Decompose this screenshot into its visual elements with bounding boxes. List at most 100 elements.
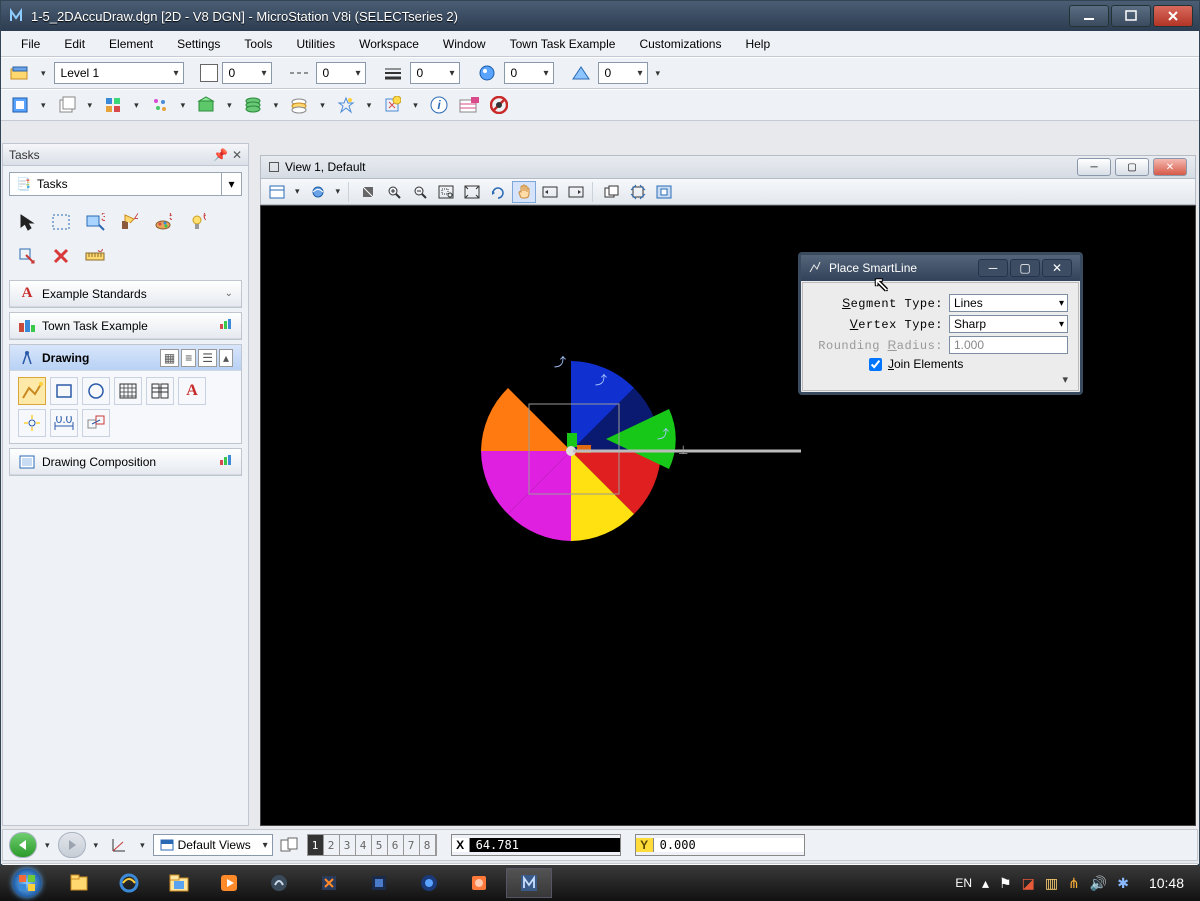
x-value[interactable]: 64.781 bbox=[470, 838, 620, 852]
clip-volume-icon[interactable] bbox=[626, 181, 650, 203]
menu-element[interactable]: Element bbox=[99, 33, 163, 55]
dialog-close-button[interactable]: ✕ bbox=[1042, 259, 1072, 277]
taskbar-app5-icon[interactable] bbox=[456, 868, 502, 898]
tray-chevron-icon[interactable]: ▴ bbox=[982, 875, 989, 892]
view-next-icon[interactable] bbox=[564, 181, 588, 203]
active-color-combo[interactable]: 0 bbox=[222, 62, 272, 84]
place-text-icon[interactable]: A bbox=[178, 377, 206, 405]
view-num-3[interactable]: 3 bbox=[340, 835, 356, 855]
taskbar-microstation-icon[interactable] bbox=[506, 868, 552, 898]
apply-material-icon[interactable]: 4 bbox=[115, 208, 143, 236]
dropdown-icon[interactable]: ▾ bbox=[41, 840, 54, 851]
taskbar-app4-icon[interactable] bbox=[406, 868, 452, 898]
taskbar-libraries-icon[interactable] bbox=[56, 868, 102, 898]
minimize-button[interactable] bbox=[1069, 5, 1109, 27]
dropdown-icon[interactable]: ▾ bbox=[90, 840, 103, 851]
point-clouds-icon[interactable] bbox=[147, 92, 173, 118]
move-icon[interactable] bbox=[82, 409, 110, 437]
view-num-5[interactable]: 5 bbox=[372, 835, 388, 855]
zoom-in-icon[interactable] bbox=[382, 181, 406, 203]
task-section-town-header[interactable]: Town Task Example bbox=[10, 313, 241, 339]
default-views-combo[interactable]: Default Views bbox=[153, 834, 273, 856]
active-color-swatch[interactable] bbox=[200, 64, 218, 82]
view-previous-icon[interactable]: 3 bbox=[81, 208, 109, 236]
place-cell-icon[interactable] bbox=[146, 377, 174, 405]
taskbar-media-icon[interactable] bbox=[206, 868, 252, 898]
dialog-maximize-button[interactable]: ▢ bbox=[1010, 259, 1040, 277]
dropdown-icon[interactable]: ▾ bbox=[223, 100, 236, 111]
view-num-8[interactable]: 8 bbox=[420, 835, 436, 855]
place-smartline-icon[interactable] bbox=[18, 377, 46, 405]
segment-type-combo[interactable]: Lines bbox=[949, 294, 1068, 312]
place-smartline-dialog[interactable]: Place SmartLine ─ ▢ ✕ Segment Type: Line… bbox=[798, 252, 1083, 395]
dropdown-icon[interactable]: ▾ bbox=[332, 186, 345, 197]
menu-town-task[interactable]: Town Task Example bbox=[500, 33, 626, 55]
taskbar-app2-icon[interactable] bbox=[306, 868, 352, 898]
popset-disable-icon[interactable] bbox=[486, 92, 512, 118]
tray-flag-icon[interactable]: ⚑ bbox=[999, 875, 1012, 892]
raster-manager-icon[interactable] bbox=[100, 92, 126, 118]
fit-view-icon[interactable] bbox=[460, 181, 484, 203]
level-display-icon[interactable] bbox=[286, 92, 312, 118]
menu-utilities[interactable]: Utilities bbox=[286, 33, 345, 55]
dialog-title-bar[interactable]: Place SmartLine ─ ▢ ✕ bbox=[801, 255, 1080, 281]
taskbar-ie-icon[interactable] bbox=[106, 868, 152, 898]
tray-battery-icon[interactable]: ▥ bbox=[1045, 875, 1058, 892]
dialog-expand-icon[interactable]: ▾ bbox=[1062, 373, 1068, 386]
dropdown-icon[interactable]: ▾ bbox=[136, 840, 149, 851]
references-icon[interactable] bbox=[54, 92, 80, 118]
view-num-6[interactable]: 6 bbox=[388, 835, 404, 855]
linestyle-combo[interactable]: 0 bbox=[316, 62, 366, 84]
menu-help[interactable]: Help bbox=[735, 33, 780, 55]
active-level-combo[interactable]: Level 1 bbox=[54, 62, 184, 84]
menu-workspace[interactable]: Workspace bbox=[349, 33, 429, 55]
models-icon[interactable] bbox=[7, 60, 33, 86]
tasks-selector[interactable]: 📑 Tasks ▾ bbox=[9, 172, 242, 196]
dropdown-icon[interactable]: ▾ bbox=[316, 100, 329, 111]
paint-icon[interactable]: 5 bbox=[149, 208, 177, 236]
menu-settings[interactable]: Settings bbox=[167, 33, 230, 55]
element-info-icon[interactable] bbox=[333, 92, 359, 118]
models-tool-icon[interactable] bbox=[7, 92, 33, 118]
task-section-composition-header[interactable]: Drawing Composition bbox=[10, 449, 241, 475]
copy-view-icon[interactable] bbox=[600, 181, 624, 203]
join-elements-checkbox[interactable] bbox=[869, 358, 882, 371]
view-previous-icon[interactable] bbox=[538, 181, 562, 203]
view-title-bar[interactable]: View 1, Default ─ ▢ ✕ bbox=[260, 155, 1196, 179]
menu-tools[interactable]: Tools bbox=[234, 33, 282, 55]
menu-edit[interactable]: Edit bbox=[54, 33, 95, 55]
close-button[interactable] bbox=[1153, 5, 1193, 27]
taskbar-explorer-icon[interactable] bbox=[156, 868, 202, 898]
dropdown-icon[interactable]: ▾ bbox=[177, 100, 190, 111]
view-num-4[interactable]: 4 bbox=[356, 835, 372, 855]
view-num-7[interactable]: 7 bbox=[404, 835, 420, 855]
tray-network-icon[interactable]: ⋔ bbox=[1068, 875, 1080, 892]
menu-window[interactable]: Window bbox=[433, 33, 496, 55]
dimension-icon[interactable]: 0.0 bbox=[50, 409, 78, 437]
zoom-out-icon[interactable] bbox=[408, 181, 432, 203]
menu-file[interactable]: File bbox=[11, 33, 50, 55]
view-back-button[interactable] bbox=[9, 832, 37, 858]
taskbar-app1-icon[interactable] bbox=[256, 868, 302, 898]
task-section-drawing-header[interactable]: Drawing ▦≡☰▴ bbox=[10, 345, 241, 371]
menu-customizations[interactable]: Customizations bbox=[629, 33, 731, 55]
taskbar-clock[interactable]: 10:48 bbox=[1149, 875, 1184, 891]
maximize-button[interactable] bbox=[1111, 5, 1151, 27]
view-groups-icon[interactable] bbox=[277, 832, 303, 858]
system-tray[interactable]: EN ▴ ⚑ ◪ ▥ ⋔ 🔊 ✱ 10:48 bbox=[955, 875, 1194, 892]
taskbar-app3-icon[interactable] bbox=[356, 868, 402, 898]
close-panel-icon[interactable]: ✕ bbox=[232, 148, 242, 162]
dropdown-icon[interactable]: ▾ bbox=[652, 68, 665, 79]
layout-mode-icons[interactable]: ▦≡☰▴ bbox=[160, 349, 233, 367]
pan-view-icon[interactable] bbox=[512, 181, 536, 203]
tray-volume-icon[interactable]: 🔊 bbox=[1090, 875, 1107, 892]
transparency-combo[interactable]: 0 bbox=[598, 62, 648, 84]
info-icon[interactable]: i bbox=[426, 92, 452, 118]
window-area-icon[interactable] bbox=[434, 181, 458, 203]
view-num-1[interactable]: 1 bbox=[308, 835, 324, 855]
y-coordinate-box[interactable]: Y 0.000 bbox=[635, 834, 805, 856]
dropdown-icon[interactable]: ▾ bbox=[37, 68, 50, 79]
dropdown-icon[interactable]: ▾ bbox=[84, 100, 97, 111]
display-style-icon[interactable] bbox=[306, 181, 330, 203]
language-indicator[interactable]: EN bbox=[955, 876, 972, 890]
